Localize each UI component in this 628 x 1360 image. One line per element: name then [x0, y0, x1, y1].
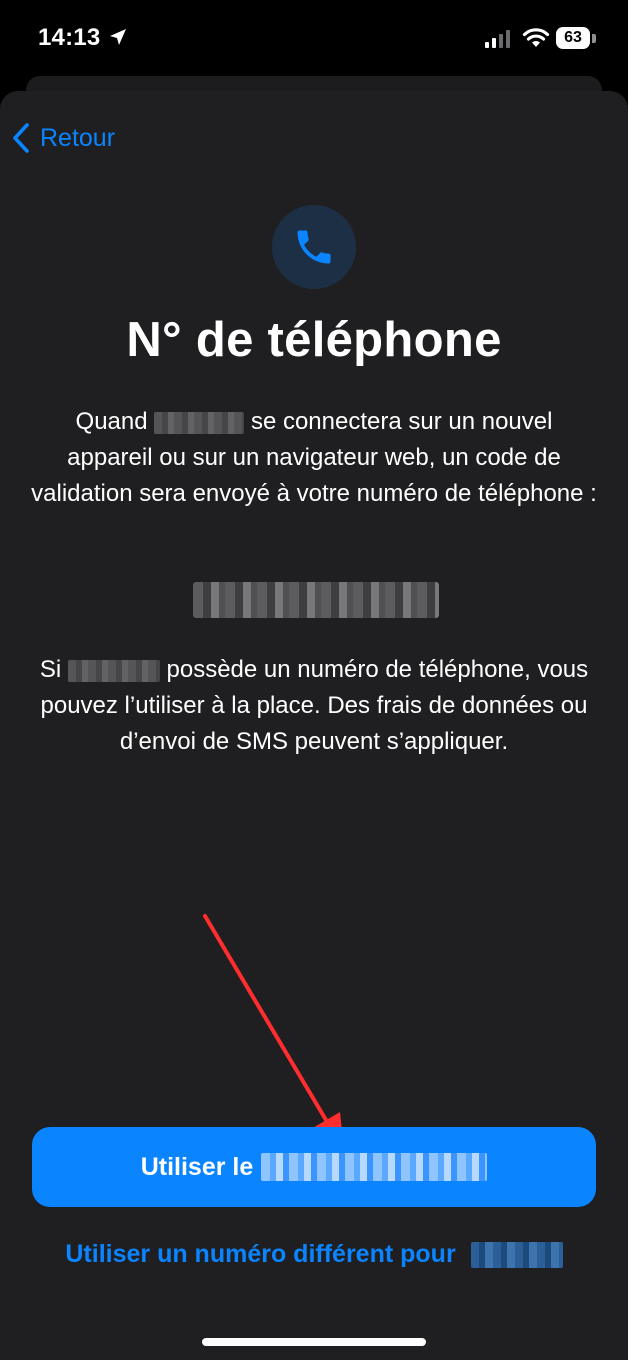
use-phone-number-button[interactable]: Utiliser le: [32, 1127, 596, 1207]
primary-button-label: Utiliser le: [140, 1152, 254, 1181]
home-indicator: [202, 1338, 426, 1346]
redacted-phone-number: [261, 1153, 488, 1181]
redacted-name: [470, 1242, 563, 1269]
secondary-link-label: Utiliser un numéro différent pour: [65, 1240, 456, 1268]
use-different-number-link[interactable]: Utiliser un numéro différent pour: [0, 1240, 628, 1269]
